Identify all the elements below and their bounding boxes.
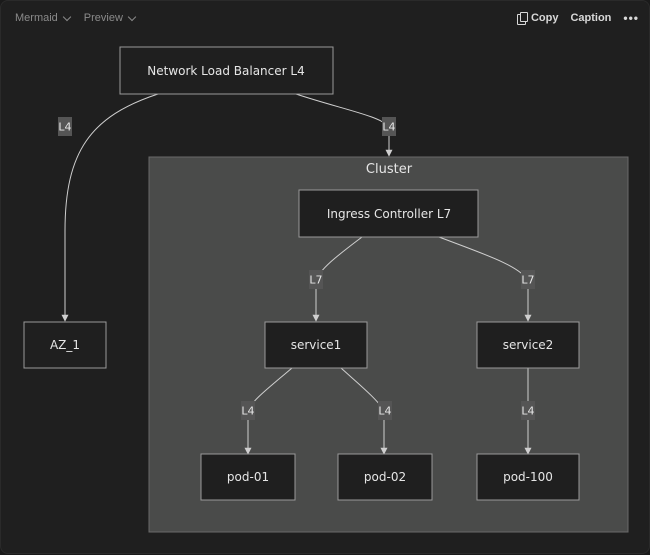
- node-pod100[interactable]: pod-100: [476, 453, 580, 501]
- node-az1[interactable]: AZ_1: [23, 321, 107, 369]
- node-service1[interactable]: service1: [264, 321, 368, 369]
- cluster-label: Cluster: [366, 162, 413, 177]
- edge-label: L7: [309, 270, 323, 289]
- node-label: Network Load Balancer L4: [147, 64, 304, 78]
- edge-label-text: L7: [309, 274, 322, 287]
- node-pod01[interactable]: pod-01: [200, 453, 296, 501]
- flowchart: Cluster L4 L4 L7 L7 L4 L4 L4 Network Loa…: [23, 46, 629, 533]
- node-ingress[interactable]: Ingress Controller L7: [298, 189, 479, 238]
- edge-label-text: L4: [58, 121, 71, 134]
- edge-label: L4: [378, 401, 392, 420]
- node-label: service1: [291, 338, 342, 352]
- edge-nlb-az1: [61, 93, 159, 322]
- edge-label: L4: [58, 117, 72, 136]
- edge-label: L4: [241, 401, 255, 420]
- edge-label-text: L4: [382, 121, 395, 134]
- edge-label-text: L4: [241, 405, 254, 418]
- edge-label: L7: [521, 270, 535, 289]
- edge-label-text: L4: [521, 405, 534, 418]
- node-service2[interactable]: service2: [476, 321, 580, 369]
- node-label: pod-01: [227, 470, 269, 484]
- node-label: AZ_1: [50, 338, 80, 352]
- edge-label-text: L4: [378, 405, 391, 418]
- node-label: pod-02: [364, 470, 406, 484]
- mermaid-preview-panel: Mermaid Preview Copy Caption ••• Cluster…: [0, 0, 650, 554]
- node-nlb[interactable]: Network Load Balancer L4: [119, 46, 334, 95]
- node-pod02[interactable]: pod-02: [337, 453, 433, 501]
- edge-nlb-cluster: [295, 93, 393, 157]
- edge-label: L4: [521, 401, 535, 420]
- edge-label-text: L7: [521, 274, 534, 287]
- edge-label: L4: [382, 117, 396, 136]
- node-label: pod-100: [503, 470, 553, 484]
- node-label: service2: [503, 338, 554, 352]
- node-label: Ingress Controller L7: [327, 207, 451, 221]
